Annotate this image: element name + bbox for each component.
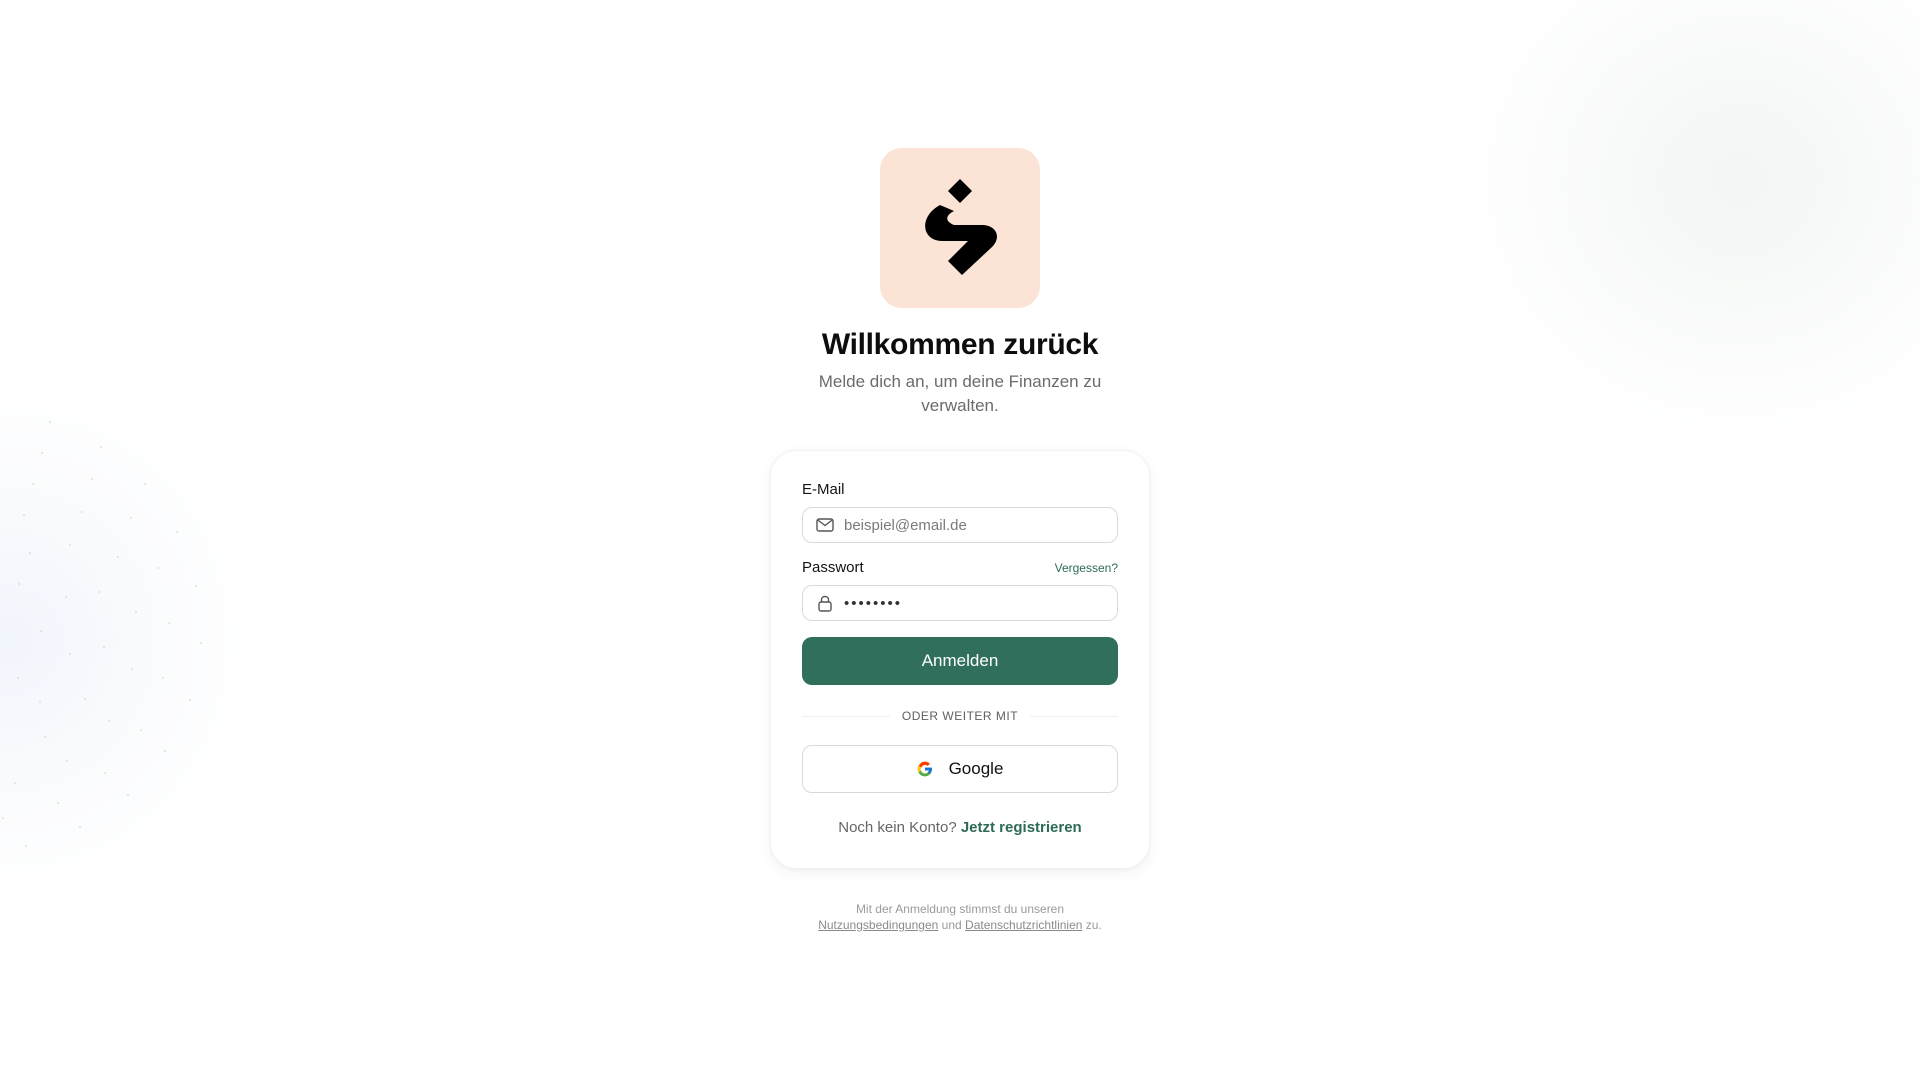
password-input[interactable]: [844, 594, 1105, 612]
background-dot: [69, 652, 72, 655]
google-icon: [917, 761, 933, 777]
background-dot: [103, 646, 105, 648]
background-dot: [25, 845, 28, 848]
password-label-row: Passwort Vergessen?: [802, 559, 1118, 579]
background-dot: [23, 513, 25, 516]
background-dot: [40, 452, 43, 455]
background-dot: [13, 782, 16, 785]
mail-icon: [815, 515, 835, 535]
background-dot: [195, 584, 198, 587]
background-dot: [107, 719, 110, 722]
background-dot: [126, 793, 129, 796]
background-dot: [139, 728, 142, 731]
background-dot: [44, 736, 47, 739]
register-prompt: Noch kein Konto?: [838, 819, 957, 836]
background-glow-right: [1420, 0, 1920, 480]
background-dot: [199, 642, 202, 645]
legal-notice: Mit der Anmeldung stimmst du unseren Nut…: [800, 901, 1120, 933]
background-dot: [189, 698, 192, 701]
terms-link[interactable]: Nutzungsbedingungen: [818, 918, 938, 932]
register-row: Noch kein Konto? Jetzt registrieren: [802, 819, 1118, 836]
login-column: Willkommen zurück Melde dich an, um dein…: [760, 148, 1160, 933]
background-dot: [164, 750, 167, 753]
brand-logo-icon: [925, 179, 997, 275]
lock-icon: [815, 593, 835, 613]
forgot-password-link[interactable]: Vergessen?: [1055, 561, 1118, 575]
background-dot: [17, 677, 20, 680]
google-button-label: Google: [948, 759, 1004, 778]
background-dot: [48, 420, 51, 423]
legal-middle: und: [941, 918, 962, 932]
background-dot: [81, 511, 84, 514]
background-dot: [143, 483, 146, 486]
background-dot: [176, 530, 179, 533]
email-field-wrapper[interactable]: [802, 507, 1118, 543]
privacy-link[interactable]: Datenschutzrichtlinien: [965, 918, 1082, 932]
background-dot: [134, 610, 137, 613]
background-dot: [56, 801, 59, 804]
page-title: Willkommen zurück: [821, 328, 1099, 361]
divider-text: ODER WEITER MIT: [901, 709, 1019, 723]
divider-line-left: [802, 715, 890, 717]
background-dot: [97, 591, 100, 594]
email-input[interactable]: [844, 516, 1105, 534]
background-dot-pattern: [0, 390, 300, 870]
background-dot: [130, 517, 133, 520]
login-card: E-Mail Passwort Vergessen?: [770, 450, 1150, 869]
background-dot: [79, 826, 82, 829]
background-dot: [157, 566, 159, 569]
login-button[interactable]: Anmelden: [802, 637, 1118, 685]
login-page: Willkommen zurück Melde dich an, um dein…: [0, 0, 1920, 1080]
background-dot: [161, 677, 164, 680]
email-label: E-Mail: [802, 481, 845, 498]
password-field-wrapper[interactable]: [802, 585, 1118, 621]
background-dot: [69, 543, 72, 546]
background-dot: [2, 816, 5, 819]
background-dot: [90, 477, 93, 480]
background-dot: [83, 697, 86, 700]
background-dot: [40, 630, 42, 633]
background-dot: [117, 556, 120, 558]
background-dot: [28, 552, 31, 555]
background-dot: [103, 771, 106, 774]
brand-logo: [880, 148, 1040, 308]
register-link[interactable]: Jetzt registrieren: [961, 819, 1082, 836]
background-dot: [17, 583, 20, 586]
background-dot: [31, 482, 34, 485]
page-subtitle: Melde dich an, um deine Finanzen zu verw…: [818, 372, 1102, 415]
background-dot: [167, 621, 170, 624]
background-dot: [66, 759, 69, 762]
legal-suffix: zu.: [1085, 918, 1102, 932]
background-dot: [39, 700, 41, 703]
background-dot: [131, 667, 134, 670]
background-dot: [65, 595, 68, 598]
google-login-button[interactable]: Google: [802, 745, 1118, 793]
divider-line-right: [1030, 715, 1119, 717]
password-label: Passwort: [802, 559, 864, 576]
background-dot: [100, 445, 103, 448]
legal-prefix: Mit der Anmeldung stimmst du unseren: [855, 902, 1065, 916]
email-label-row: E-Mail: [802, 481, 1118, 501]
divider: ODER WEITER MIT: [802, 709, 1119, 723]
